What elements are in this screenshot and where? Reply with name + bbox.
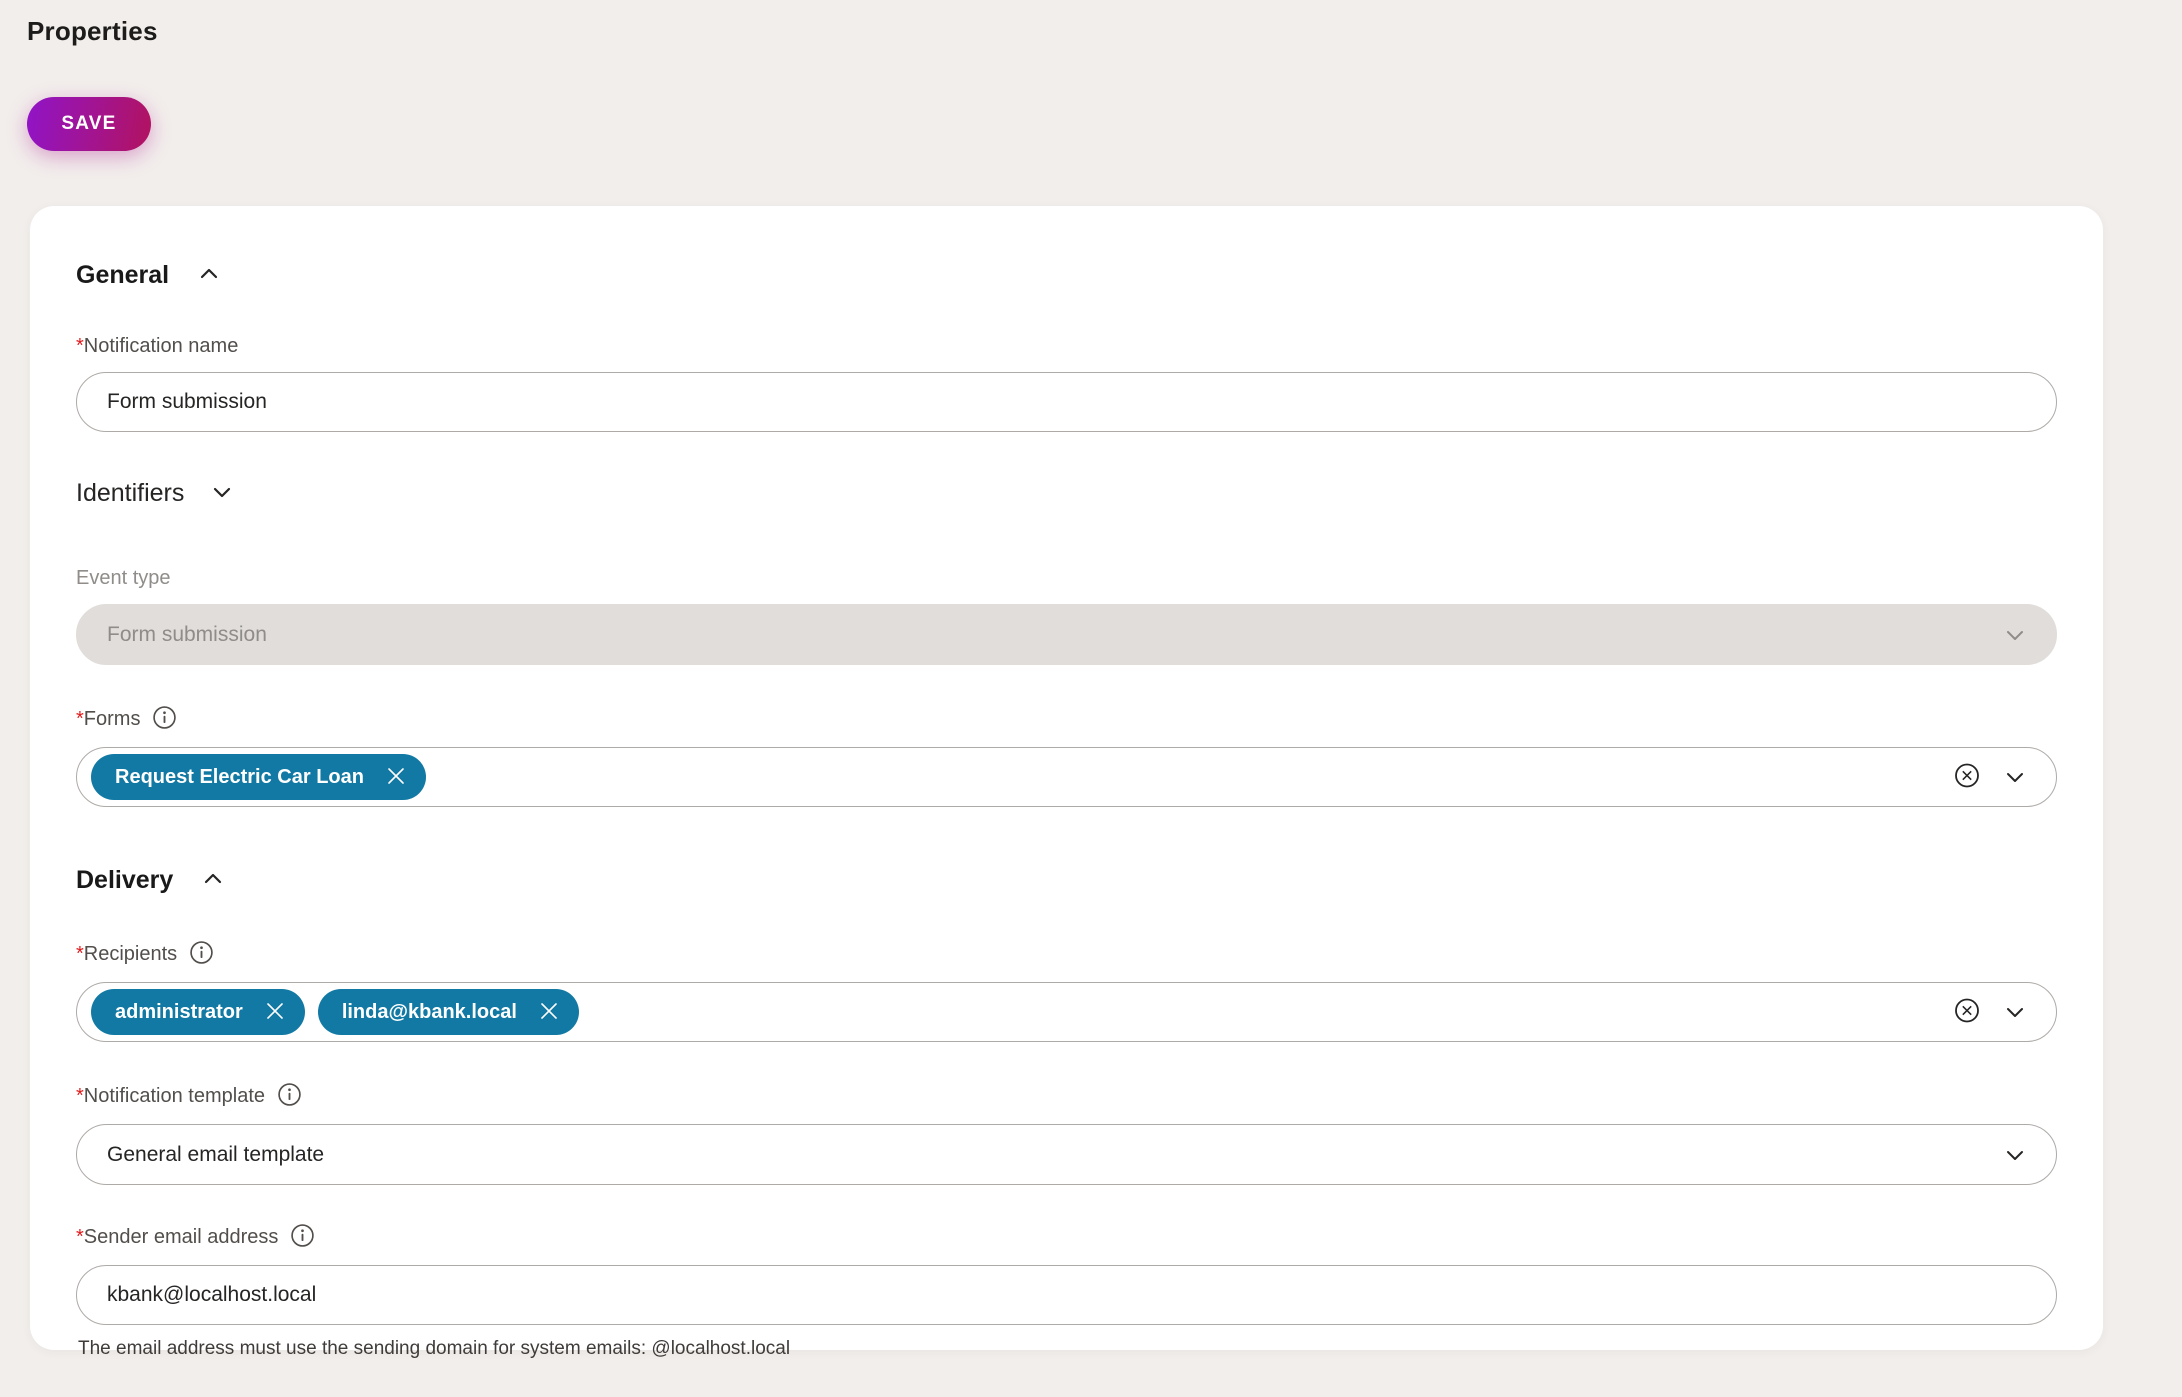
info-icon — [277, 1082, 302, 1110]
required-marker: * — [76, 1085, 84, 1107]
forms-label: *Forms — [76, 705, 2057, 733]
notification-template-select[interactable]: General email template — [76, 1124, 2057, 1185]
identifiers-header: Identifiers — [76, 478, 2057, 509]
collapse-delivery-button[interactable] — [199, 865, 227, 896]
event-type-label: Event type — [76, 567, 2057, 590]
identifiers-title: Identifiers — [76, 479, 184, 508]
sender-email-info-button[interactable] — [290, 1223, 315, 1251]
section-delivery-title: Delivery — [76, 866, 173, 895]
clear-recipients-button[interactable] — [1952, 996, 1982, 1029]
remove-forms-tag-button[interactable] — [384, 764, 408, 791]
sender-email-input[interactable] — [76, 1265, 2057, 1325]
required-marker: * — [76, 1226, 84, 1248]
forms-multiselect[interactable]: Request Electric Car Loan — [76, 747, 2057, 807]
notification-template-label: *Notification template — [76, 1082, 2057, 1110]
section-general-header: General — [76, 260, 2057, 291]
recipient-tag: linda@kbank.local — [318, 989, 579, 1035]
close-icon — [537, 999, 561, 1026]
chevron-down-icon — [2000, 762, 2030, 792]
recipient-tag-label: linda@kbank.local — [342, 1001, 517, 1024]
remove-recipient-tag-button[interactable] — [537, 999, 561, 1026]
field-notification-name: *Notification name — [76, 335, 2057, 432]
chevron-up-icon — [195, 260, 223, 291]
circle-x-icon — [1952, 996, 1982, 1029]
forms-tag-label: Request Electric Car Loan — [115, 766, 364, 789]
save-button-label: SAVE — [61, 113, 116, 135]
template-info-button[interactable] — [277, 1082, 302, 1110]
clear-forms-button[interactable] — [1952, 761, 1982, 794]
recipients-info-button[interactable] — [189, 940, 214, 968]
forms-info-button[interactable] — [152, 705, 177, 733]
recipients-multiselect[interactable]: administrator linda@kbank.local — [76, 982, 2057, 1042]
close-icon — [263, 999, 287, 1026]
notification-template-value: General email template — [107, 1143, 324, 1167]
required-marker: * — [76, 943, 84, 965]
recipient-tag-label: administrator — [115, 1001, 243, 1024]
notification-name-label: *Notification name — [76, 335, 2057, 358]
sender-email-helper-text: The email address must use the sending d… — [78, 1338, 2057, 1360]
remove-recipient-tag-button[interactable] — [263, 999, 287, 1026]
field-recipients: *Recipients administrator linda@kbank.lo… — [76, 940, 2057, 1042]
chevron-down-icon — [2000, 997, 2030, 1027]
field-forms: *Forms Request Electric Car Loan — [76, 705, 2057, 807]
chevron-up-icon — [199, 865, 227, 896]
required-marker: * — [76, 335, 84, 357]
info-icon — [152, 705, 177, 733]
sender-email-label: *Sender email address — [76, 1223, 2057, 1251]
field-event-type: Event type Form submission — [76, 567, 2057, 665]
page-title: Properties — [27, 16, 2182, 47]
section-general-title: General — [76, 261, 169, 290]
required-marker: * — [76, 708, 84, 730]
collapse-general-button[interactable] — [195, 260, 223, 291]
chevron-down-icon — [2000, 620, 2030, 650]
recipient-tag: administrator — [91, 989, 305, 1035]
event-type-value: Form submission — [107, 623, 267, 647]
chevron-down-icon — [2000, 1140, 2030, 1170]
close-icon — [384, 764, 408, 791]
info-icon — [290, 1223, 315, 1251]
forms-tag: Request Electric Car Loan — [91, 754, 426, 800]
expand-identifiers-button[interactable] — [208, 478, 236, 509]
page-header: Properties — [0, 0, 2182, 47]
recipients-label: *Recipients — [76, 940, 2057, 968]
section-delivery-header: Delivery — [76, 865, 2057, 896]
properties-card: General *Notification name Identifiers E… — [30, 206, 2103, 1350]
info-icon — [189, 940, 214, 968]
field-sender-email: *Sender email address The email address … — [76, 1223, 2057, 1360]
circle-x-icon — [1952, 761, 1982, 794]
field-notification-template: *Notification template General email tem… — [76, 1082, 2057, 1185]
save-button[interactable]: SAVE — [27, 97, 151, 151]
event-type-select: Form submission — [76, 604, 2057, 665]
notification-name-input[interactable] — [76, 372, 2057, 432]
chevron-down-icon — [208, 478, 236, 509]
